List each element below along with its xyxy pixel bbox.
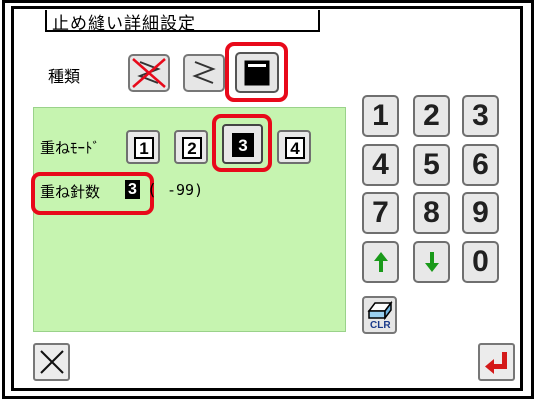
mode-2-button[interactable]: 2 (174, 130, 208, 164)
zigzag-icon (192, 61, 216, 84)
key-5-button[interactable]: 5 (413, 144, 450, 186)
key-6-button[interactable]: 6 (462, 144, 499, 186)
key-2-button[interactable]: 2 (413, 95, 450, 137)
up-arrow-button[interactable] (362, 241, 399, 283)
mode-3-button[interactable]: 3 (222, 124, 263, 164)
cancel-button[interactable] (33, 343, 70, 381)
close-icon (39, 350, 64, 374)
key-7-button[interactable]: 7 (362, 192, 399, 234)
zigzag-crossed-icon (132, 58, 166, 88)
enter-icon (484, 352, 507, 374)
page-title: 止め縫い詳細設定 (52, 14, 196, 34)
type-zigzag-button[interactable] (183, 54, 225, 92)
clear-button[interactable]: CLR (362, 296, 397, 334)
key-3-button[interactable]: 3 (462, 95, 499, 137)
type-none-button[interactable] (128, 54, 170, 92)
filled-square-icon (244, 60, 270, 85)
up-arrow-icon (373, 252, 388, 272)
mode-4-button[interactable]: 4 (277, 130, 311, 164)
key-8-button[interactable]: 8 (413, 192, 450, 234)
key-4-button[interactable]: 4 (362, 144, 399, 186)
mode-2-label: 2 (182, 137, 202, 159)
mode-3-label: 3 (232, 133, 254, 157)
mode-1-button[interactable]: 1 (126, 130, 160, 164)
key-1-button[interactable]: 1 (362, 95, 399, 137)
clear-label: CLR (370, 320, 391, 331)
mode-4-label: 4 (285, 137, 305, 159)
overlap-mode-label: 重ねﾓｰﾄﾞ (40, 139, 101, 157)
stitch-count-label: 重ね針数 (40, 183, 101, 201)
key-0-button[interactable]: 0 (462, 241, 499, 283)
stitch-range-open: ( (149, 180, 156, 199)
key-9-button[interactable]: 9 (462, 192, 499, 234)
stitch-count-value[interactable]: 3 (125, 180, 140, 199)
type-label: 種類 (48, 67, 81, 86)
stitch-range: -99) (167, 181, 204, 199)
type-overlap-button[interactable] (235, 52, 279, 93)
enter-button[interactable] (478, 343, 515, 381)
mode-1-label: 1 (134, 137, 154, 159)
down-arrow-button[interactable] (413, 241, 450, 283)
down-arrow-icon (424, 252, 439, 272)
